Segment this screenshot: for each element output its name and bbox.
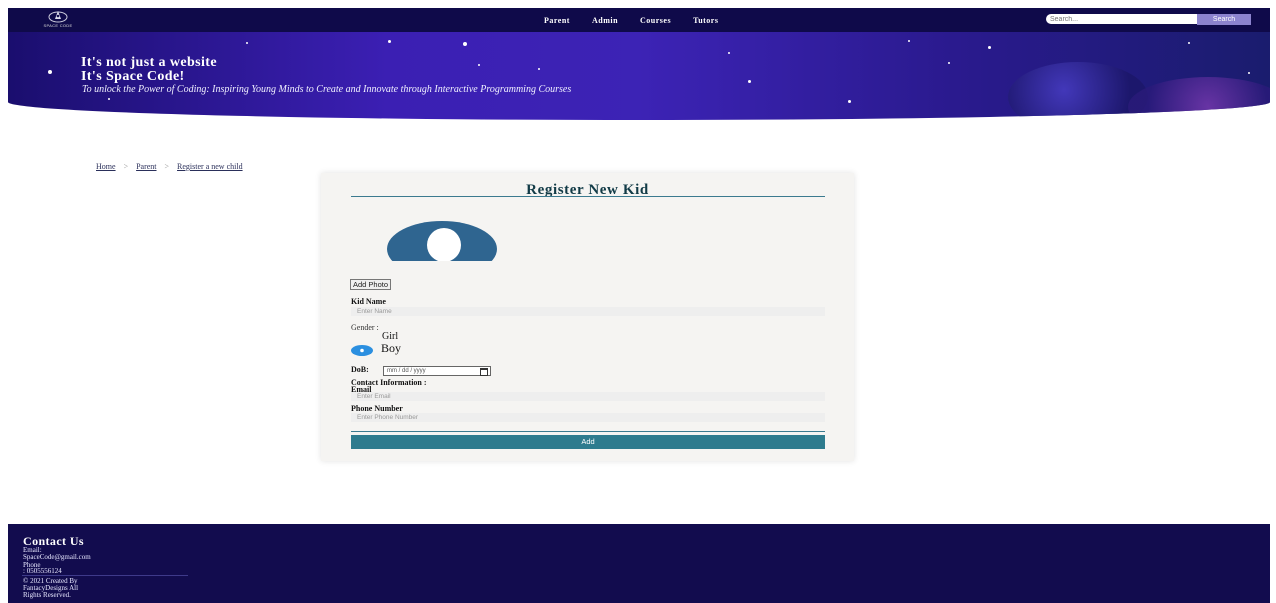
nav-item-tutors[interactable]: Tutors xyxy=(693,16,718,25)
breadcrumb-home[interactable]: Home xyxy=(96,162,116,171)
planet-decoration xyxy=(1008,62,1148,120)
submit-divider xyxy=(351,431,825,432)
top-navbar: SPACE CODE Parent Admin Courses Tutors S… xyxy=(8,8,1270,32)
breadcrumb-parent[interactable]: Parent xyxy=(136,162,156,171)
add-kid-button[interactable]: Add xyxy=(351,435,825,449)
gender-label: Gender : xyxy=(351,323,379,332)
site-logo[interactable]: SPACE CODE xyxy=(36,9,80,31)
hero-banner: It's not just a website It's Space Code!… xyxy=(8,32,1270,120)
search-button[interactable]: Search xyxy=(1197,14,1251,25)
avatar-placeholder-icon xyxy=(387,217,497,267)
kid-name-label: Kid Name xyxy=(351,297,386,306)
footer-copyright-line-3: Rights Reserved. xyxy=(23,591,71,599)
breadcrumb-separator: > xyxy=(123,162,129,171)
dob-label: DoB: xyxy=(351,365,369,374)
calendar-icon[interactable] xyxy=(480,368,488,376)
breadcrumb: Home > Parent > Register a new child xyxy=(96,162,243,171)
register-kid-form: Register New Kid Add Photo Kid Name Ente… xyxy=(321,173,854,461)
kid-name-input[interactable]: Enter Name xyxy=(351,307,825,316)
dob-placeholder: mm / dd / yyyy xyxy=(387,368,426,374)
breadcrumb-current[interactable]: Register a new child xyxy=(177,162,243,171)
nav-item-parent[interactable]: Parent xyxy=(544,16,570,25)
gender-radio-boy-selected[interactable] xyxy=(351,343,373,356)
planet-decoration xyxy=(1128,77,1270,120)
footer-divider xyxy=(22,575,188,576)
nav-item-admin[interactable]: Admin xyxy=(592,16,618,25)
phone-label: Phone Number xyxy=(351,404,403,413)
nav-item-courses[interactable]: Courses xyxy=(640,16,671,25)
hero-headline: It's not just a website It's Space Code! xyxy=(81,56,217,84)
email-input[interactable]: Enter Email xyxy=(351,392,825,401)
hero-headline-line-2: It's Space Code! xyxy=(81,69,185,84)
gender-option-boy[interactable]: Boy xyxy=(381,341,401,356)
breadcrumb-separator: > xyxy=(164,162,170,171)
add-photo-button[interactable]: Add Photo xyxy=(350,279,392,290)
footer: Contact Us Email: SpaceCode@gmail.com Ph… xyxy=(8,524,1270,603)
footer-phone-value: : 0505556124 xyxy=(23,567,62,575)
hero-headline-line-1: It's not just a website xyxy=(81,55,217,70)
footer-email-value[interactable]: SpaceCode@gmail.com xyxy=(23,553,91,561)
title-divider xyxy=(351,196,825,197)
search-input[interactable] xyxy=(1046,14,1204,24)
hero-tagline: To unlock the Power of Coding: Inspiring… xyxy=(82,84,572,95)
phone-input[interactable]: Enter Phone Number xyxy=(351,413,825,422)
dob-date-input[interactable]: mm / dd / yyyy xyxy=(383,366,491,376)
logo-text: SPACE CODE xyxy=(43,23,73,28)
main-menu: Parent Admin Courses Tutors xyxy=(544,8,718,32)
rocket-logo-icon xyxy=(48,11,68,23)
